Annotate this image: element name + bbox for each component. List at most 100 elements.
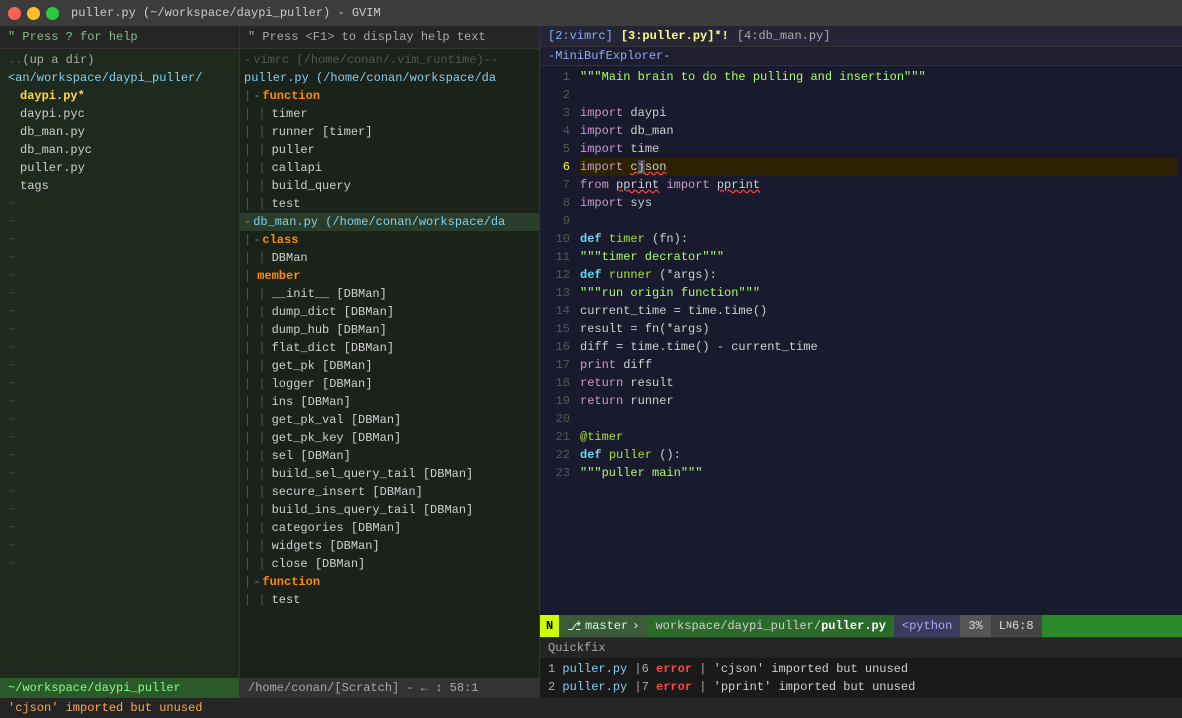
qf-error-type-2: error [656, 680, 692, 694]
middle-item-sel[interactable]: | | sel [DBMan] [240, 447, 539, 465]
code-content[interactable]: """Main brain to do the pulling and inse… [576, 66, 1182, 615]
tab-puller[interactable]: [3:puller.py]*! [621, 29, 729, 43]
code-l8-import: import [580, 196, 623, 210]
sidebar-item-dotdot[interactable]: .. (up a dir) [0, 51, 239, 69]
ln-4: 4 [540, 122, 570, 140]
middle-build-ins-label: build_ins_query_tail [DBMan] [272, 503, 474, 517]
status-mode: N [540, 615, 559, 637]
code-l4-import: import [580, 124, 623, 138]
middle-runner-label: runner [timer] [272, 125, 373, 139]
sidebar-item-daypi-pyc[interactable]: daypi.pyc [0, 105, 239, 123]
code-l18-return: return [580, 376, 623, 390]
middle-pipe20: | | [244, 449, 266, 463]
sidebar-item-daypi-py[interactable]: daypi.py* [0, 87, 239, 105]
middle-dump-dict-label: dump_dict [DBMan] [272, 305, 394, 319]
middle-item-categories[interactable]: | | categories [DBMan] [240, 519, 539, 537]
middle-pipe15: | | [244, 359, 266, 373]
sidebar-file-daypi-pyc: daypi.pyc [20, 105, 85, 123]
qf-error-1[interactable]: 1 puller.py |6 error | 'cjson' imported … [548, 660, 1174, 678]
middle-secure-insert-label: secure_insert [DBMan] [272, 485, 423, 499]
middle-item-dbman[interactable]: | | DBMan [240, 249, 539, 267]
sidebar-item-db-man-pyc[interactable]: db_man.pyc [0, 141, 239, 159]
middle-pipe26: | | [244, 557, 266, 571]
middle-item-function2-kw[interactable]: | - function [240, 573, 539, 591]
close-button[interactable] [8, 7, 21, 20]
code-line-14: current_time = time.time() [580, 302, 1178, 320]
sidebar-item-puller-py[interactable]: puller.py [0, 159, 239, 177]
code-line-4: import db_man [580, 122, 1178, 140]
ln-15: 15 [540, 320, 570, 338]
ln-6: 6 [540, 158, 570, 176]
maximize-button[interactable] [46, 7, 59, 20]
middle-class-label: class [262, 233, 298, 247]
middle-sel-label: sel [DBMan] [272, 449, 351, 463]
middle-get-pk-val-label: get_pk_val [DBMan] [272, 413, 402, 427]
quickfix-label: Quickfix [548, 641, 606, 655]
middle-item-ins[interactable]: | | ins [DBMan] [240, 393, 539, 411]
middle-content[interactable]: - vimrc (/home/conan/.vim_runtime)-- pul… [240, 49, 539, 678]
qf-msg-1: 'cjson' imported but unused [714, 662, 908, 676]
minimize-button[interactable] [27, 7, 40, 20]
middle-item-class-kw[interactable]: | - class [240, 231, 539, 249]
middle-pipe13: | | [244, 323, 266, 337]
middle-pipe2: | | [244, 107, 266, 121]
middle-dump-hub-label: dump_hub [DBMan] [272, 323, 387, 337]
middle-panel: " Press <F1> to display help text - vimr… [240, 26, 540, 698]
middle-item-secure-insert[interactable]: | | secure_insert [DBMan] [240, 483, 539, 501]
middle-item-test2[interactable]: | | test [240, 591, 539, 609]
code-l7-pprint: pprint [616, 178, 659, 192]
middle-member-label: member [257, 269, 300, 283]
chevron-right-icon: › [632, 619, 639, 633]
code-area[interactable]: 1 2 3 4 5 6 7 8 9 10 11 12 13 14 15 16 1… [540, 66, 1182, 615]
middle-item-function-kw[interactable]: | - function [240, 87, 539, 105]
sidebar-tilde-16: ~ [0, 465, 239, 483]
code-line-23: """puller main""" [580, 464, 1178, 482]
sidebar-item-db-man-py[interactable]: db_man.py [0, 123, 239, 141]
middle-item-dump-dict[interactable]: | | dump_dict [DBMan] [240, 303, 539, 321]
status-filename: puller.py [821, 619, 886, 633]
qf-error-2[interactable]: 2 puller.py |7 error | 'pprint' imported… [548, 678, 1174, 696]
ln-20: 20 [540, 410, 570, 428]
titlebar: puller.py (~/workspace/daypi_puller) - G… [0, 0, 1182, 26]
middle-item-init[interactable]: | | __init__ [DBMan] [240, 285, 539, 303]
qf-pipe-2: | [699, 680, 713, 694]
middle-item-get-pk-val[interactable]: | | get_pk_val [DBMan] [240, 411, 539, 429]
middle-item-build-sel[interactable]: | | build_sel_query_tail [DBMan] [240, 465, 539, 483]
middle-item-close[interactable]: | | close [DBMan] [240, 555, 539, 573]
middle-header: " Press <F1> to display help text [240, 26, 539, 49]
bottom-status-text: 'cjson' imported but unused [8, 701, 202, 715]
middle-item-get-pk-key[interactable]: | | get_pk_key [DBMan] [240, 429, 539, 447]
middle-pipe8: | [244, 233, 251, 247]
sidebar-item-dir[interactable]: <an/workspace/daypi_puller/ [0, 69, 239, 87]
middle-item-timer[interactable]: | | timer [240, 105, 539, 123]
middle-item-get-pk[interactable]: | | get_pk [DBMan] [240, 357, 539, 375]
middle-item-callapi[interactable]: | | callapi [240, 159, 539, 177]
ln-16: 16 [540, 338, 570, 356]
code-tabbar[interactable]: [2:vimrc] [3:puller.py]*! [4:db_man.py] [540, 26, 1182, 47]
middle-item-build-query[interactable]: | | build_query [240, 177, 539, 195]
middle-pipe27: | [244, 575, 251, 589]
middle-puller-fn-label: puller [272, 143, 315, 157]
qf-msg-2: 'pprint' imported but unused [714, 680, 916, 694]
middle-item-member-kw[interactable]: | member [240, 267, 539, 285]
middle-item-db-man-file[interactable]: - db_man.py (/home/conan/workspace/da [240, 213, 539, 231]
sidebar-item-tags[interactable]: tags [0, 177, 239, 195]
middle-item-flat-dict[interactable]: | | flat_dict [DBMan] [240, 339, 539, 357]
sidebar-tilde-21: ~ [0, 555, 239, 573]
middle-item-puller-fn[interactable]: | | puller [240, 141, 539, 159]
middle-item-vimrc[interactable]: - vimrc (/home/conan/.vim_runtime)-- [240, 51, 539, 69]
middle-item-widgets[interactable]: | | widgets [DBMan] [240, 537, 539, 555]
code-l7-import: import [666, 178, 709, 192]
tab-db-man[interactable]: [4:db_man.py] [737, 29, 831, 43]
middle-item-test1[interactable]: | | test [240, 195, 539, 213]
middle-init-label: __init__ [DBMan] [272, 287, 387, 301]
middle-item-logger[interactable]: | | logger [DBMan] [240, 375, 539, 393]
qf-file-1: puller.py [562, 662, 627, 676]
sidebar-content[interactable]: .. (up a dir) <an/workspace/daypi_puller… [0, 49, 239, 678]
middle-pipe5: | | [244, 161, 266, 175]
middle-item-build-ins[interactable]: | | build_ins_query_tail [DBMan] [240, 501, 539, 519]
middle-item-runner[interactable]: | | runner [timer] [240, 123, 539, 141]
statusbar: N ⎇ master › workspace/daypi_puller/ pul… [540, 615, 1182, 637]
middle-item-dump-hub[interactable]: | | dump_hub [DBMan] [240, 321, 539, 339]
middle-item-puller-file[interactable]: puller.py (/home/conan/workspace/da [240, 69, 539, 87]
